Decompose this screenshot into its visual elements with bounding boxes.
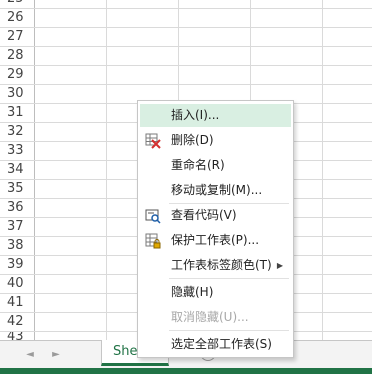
previous-sheet-button[interactable]: ◄ bbox=[22, 347, 38, 363]
menu-item-view-code[interactable]: 查看代码(V) bbox=[140, 204, 291, 227]
menu-item-insert[interactable]: 插入(I)... bbox=[140, 104, 291, 127]
column-gridline bbox=[106, 0, 107, 340]
menu-item-label: 保护工作表(P)... bbox=[171, 233, 260, 247]
menu-item-protect-sheet[interactable]: 保护工作表(P)... bbox=[140, 229, 291, 252]
menu-item-hide[interactable]: 隐藏(H) bbox=[140, 281, 291, 304]
row-header[interactable]: 36 bbox=[0, 199, 34, 217]
row-header[interactable]: 30 bbox=[0, 85, 34, 103]
row-header[interactable]: 28 bbox=[0, 47, 34, 65]
row-header[interactable]: 27 bbox=[0, 28, 34, 46]
row-header[interactable]: 42 bbox=[0, 313, 34, 331]
submenu-arrow-icon: ▶ bbox=[276, 261, 283, 270]
menu-item-select-all-sheets[interactable]: 选定全部工作表(S) bbox=[140, 333, 291, 356]
delete-sheet-icon bbox=[145, 133, 161, 149]
sheet-tab-context-menu: 插入(I)... 删除(D) 重命名(R) 移动或复制(M)... 查看代码(V… bbox=[137, 100, 294, 358]
view-code-icon bbox=[145, 208, 161, 224]
row-header[interactable]: 33 bbox=[0, 142, 34, 160]
row-gridline bbox=[0, 84, 372, 85]
protect-sheet-icon bbox=[145, 233, 161, 249]
row-header[interactable]: 26 bbox=[0, 9, 34, 27]
row-gridline bbox=[0, 65, 372, 66]
menu-item-tab-color[interactable]: 工作表标签颜色(T) ▶ bbox=[140, 254, 291, 277]
row-gridline bbox=[0, 8, 372, 9]
menu-item-label: 隐藏(H) bbox=[171, 285, 214, 299]
row-header[interactable]: 32 bbox=[0, 123, 34, 141]
menu-item-label: 移动或复制(M)... bbox=[171, 183, 263, 197]
menu-item-move-copy[interactable]: 移动或复制(M)... bbox=[140, 179, 291, 202]
menu-separator bbox=[169, 278, 289, 279]
menu-item-label: 查看代码(V) bbox=[171, 208, 237, 222]
row-header[interactable]: 40 bbox=[0, 275, 34, 293]
row-header[interactable]: 39 bbox=[0, 256, 34, 274]
next-sheet-button[interactable]: ► bbox=[48, 347, 64, 363]
row-header[interactable]: 38 bbox=[0, 237, 34, 255]
row-header[interactable]: 31 bbox=[0, 104, 34, 122]
row-header-border bbox=[34, 0, 35, 340]
menu-item-label: 工作表标签颜色(T) bbox=[171, 258, 272, 272]
menu-item-delete[interactable]: 删除(D) bbox=[140, 129, 291, 152]
row-header[interactable]: 37 bbox=[0, 218, 34, 236]
menu-item-label: 选定全部工作表(S) bbox=[171, 337, 272, 351]
row-gridline bbox=[0, 46, 372, 47]
row-gridline bbox=[0, 27, 372, 28]
row-header[interactable]: 29 bbox=[0, 66, 34, 84]
row-header[interactable]: 25 bbox=[0, 0, 34, 8]
menu-item-label: 插入(I)... bbox=[171, 108, 220, 122]
column-gridline bbox=[322, 0, 323, 340]
menu-separator bbox=[169, 330, 289, 331]
menu-item-label: 取消隐藏(U)... bbox=[171, 310, 249, 324]
row-header[interactable]: 34 bbox=[0, 161, 34, 179]
row-header[interactable]: 41 bbox=[0, 294, 34, 312]
menu-item-unhide[interactable]: 取消隐藏(U)... bbox=[140, 306, 291, 329]
status-bar bbox=[0, 368, 372, 374]
menu-item-label: 删除(D) bbox=[171, 133, 214, 147]
menu-item-rename[interactable]: 重命名(R) bbox=[140, 154, 291, 177]
menu-item-label: 重命名(R) bbox=[171, 158, 225, 172]
row-header[interactable]: 35 bbox=[0, 180, 34, 198]
row-header[interactable]: 43 bbox=[0, 332, 34, 340]
